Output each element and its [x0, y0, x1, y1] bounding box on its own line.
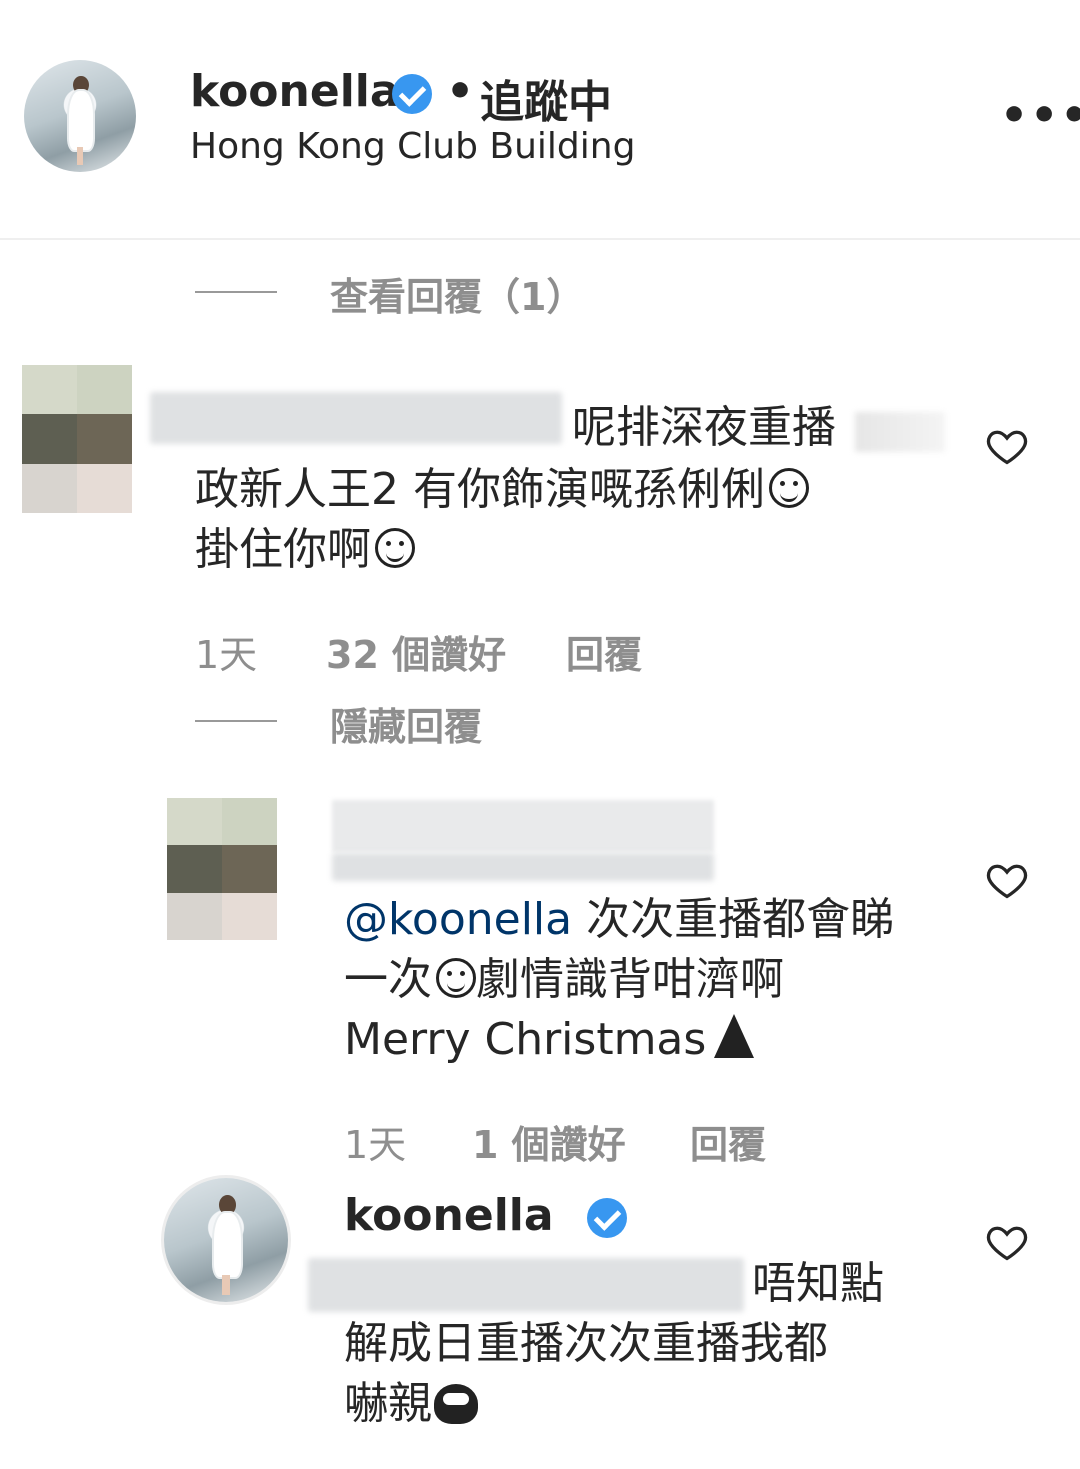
verified-badge-icon	[392, 74, 432, 114]
comment-time: 1天	[195, 633, 258, 677]
follow-status[interactable]: 追蹤中	[480, 66, 612, 130]
koonella-reply-avatar[interactable]	[164, 1178, 288, 1302]
header-divider	[0, 238, 1080, 240]
christmas-tree-emoji-icon	[714, 1014, 755, 1058]
commenter-avatar[interactable]	[22, 365, 132, 513]
reply-button[interactable]: 回覆	[566, 624, 642, 679]
tongue-emoji-icon	[375, 528, 415, 568]
more-options-icon[interactable]: •••	[1000, 90, 1080, 141]
blurred-mention	[308, 1258, 744, 1312]
header-username[interactable]: koonella	[190, 66, 400, 117]
hide-replies-button[interactable]: 隱藏回覆	[330, 696, 482, 751]
smile-emoji-icon	[436, 958, 476, 998]
koonella-text-line1: 唔知點	[752, 1258, 884, 1309]
reply-commenter-avatar[interactable]	[167, 798, 277, 940]
verified-badge-icon	[587, 1198, 628, 1238]
heart-icon[interactable]	[985, 1220, 1029, 1264]
hide-replies-line	[195, 720, 277, 722]
koonella-text-line2: 解成日重播次次重播我都	[344, 1318, 828, 1369]
comment-text-line3: 掛住你啊	[195, 520, 415, 580]
koonella-text-line3: 嚇親	[344, 1374, 478, 1434]
reply-reply-button[interactable]: 回覆	[690, 1114, 766, 1169]
blurred-reply-username-2	[332, 853, 714, 881]
blurred-reply-username	[332, 800, 714, 852]
view-replies-button[interactable]: 查看回覆（1）	[330, 266, 584, 321]
reply-text-line2: 一次 劇情識背咁濟啊	[344, 954, 784, 1005]
header-separator: •	[446, 66, 475, 117]
heart-icon[interactable]	[985, 858, 1029, 902]
header-avatar[interactable]	[24, 60, 136, 172]
comment-text-line2: 政新人王2 有你飾演嘅孫俐俐	[195, 460, 809, 520]
smile-emoji-icon	[768, 468, 809, 508]
reply-likes[interactable]: 1 個讚好	[472, 1114, 626, 1169]
blurred-username	[150, 392, 562, 444]
comment-text-line1: 呢排深夜重播	[572, 402, 836, 453]
reply-text-line1: @koonella 次次重播都會睇	[344, 894, 895, 945]
koonella-reply-username[interactable]: koonella	[344, 1190, 554, 1241]
heart-icon[interactable]	[985, 424, 1029, 468]
mention-link[interactable]: @koonella	[344, 894, 572, 945]
see-no-evil-monkey-emoji-icon	[434, 1384, 478, 1424]
comment-likes[interactable]: 32 個讚好	[326, 624, 506, 679]
location-label[interactable]: Hong Kong Club Building	[190, 126, 635, 167]
view-replies-line	[195, 291, 277, 293]
blurred-text	[855, 412, 945, 452]
reply-text-line3: Merry Christmas	[344, 1010, 755, 1070]
reply-time: 1天	[344, 1123, 407, 1167]
